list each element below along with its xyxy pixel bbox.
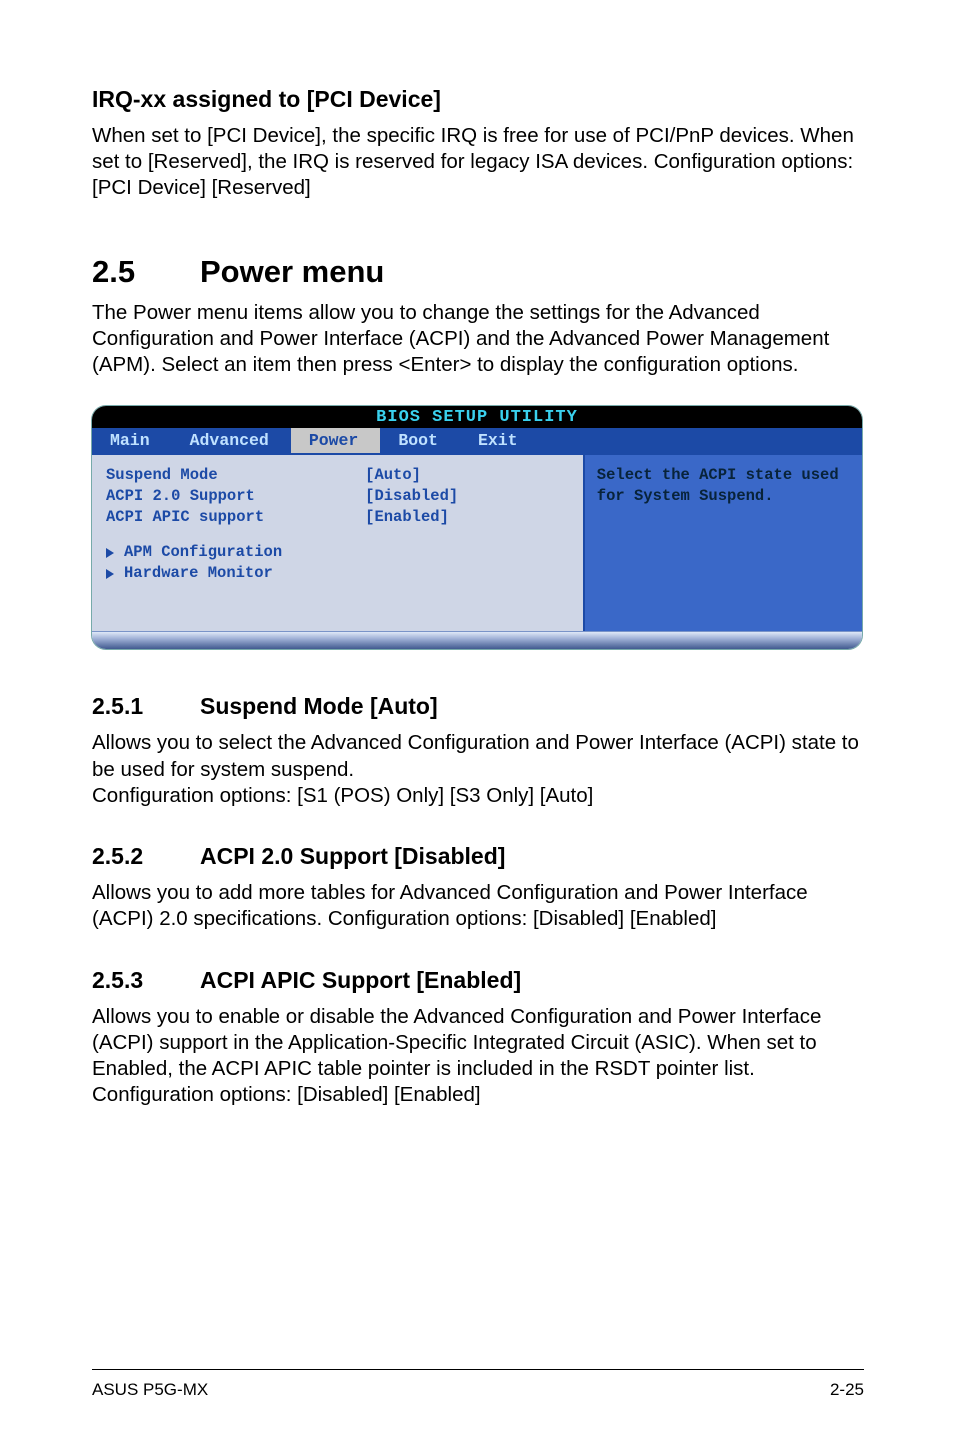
- irq-heading: IRQ-xx assigned to [PCI Device]: [92, 86, 864, 113]
- section-title: ACPI APIC Support [Enabled]: [200, 967, 521, 993]
- bios-body: Suspend Mode [Auto] ACPI 2.0 Support [Di…: [92, 453, 862, 631]
- bios-label: ACPI 2.0 Support: [106, 486, 365, 507]
- bios-row-acpi20: ACPI 2.0 Support [Disabled]: [106, 486, 569, 507]
- bios-tab-bar: Main Advanced Power Boot Exit: [92, 428, 862, 453]
- section-title: ACPI 2.0 Support [Disabled]: [200, 843, 505, 869]
- bios-label: ACPI APIC support: [106, 507, 365, 528]
- irq-body: When set to [PCI Device], the specific I…: [92, 123, 864, 202]
- page-footer: ASUS P5G-MX 2-25: [92, 1369, 864, 1400]
- bios-submenu-hwmonitor: Hardware Monitor: [106, 563, 569, 584]
- section-number: 2.5.1: [92, 693, 200, 720]
- bios-tab-power: Power: [291, 428, 381, 453]
- bios-value: [Enabled]: [365, 507, 449, 528]
- bios-tab-main: Main: [92, 428, 172, 453]
- bios-submenu-label: Hardware Monitor: [124, 563, 273, 584]
- section-number: 2.5.3: [92, 967, 200, 994]
- bios-bottom-gradient: [92, 631, 862, 649]
- bios-value: [Auto]: [365, 465, 421, 486]
- chapter-heading: 2.5Power menu: [92, 254, 864, 290]
- section-title: Suspend Mode [Auto]: [200, 693, 438, 719]
- footer-left: ASUS P5G-MX: [92, 1380, 208, 1400]
- section-253-body: Allows you to enable or disable the Adva…: [92, 1004, 864, 1109]
- bios-help-pane: Select the ACPI state used for System Su…: [585, 455, 862, 631]
- bios-settings-pane: Suspend Mode [Auto] ACPI 2.0 Support [Di…: [92, 455, 585, 631]
- chapter-intro: The Power menu items allow you to change…: [92, 300, 864, 379]
- page: IRQ-xx assigned to [PCI Device] When set…: [0, 0, 954, 1440]
- bios-submenu-label: APM Configuration: [124, 542, 282, 563]
- bios-tab-exit: Exit: [460, 428, 540, 453]
- bios-tab-advanced: Advanced: [172, 428, 291, 453]
- bios-row-apic: ACPI APIC support [Enabled]: [106, 507, 569, 528]
- triangle-icon: [106, 569, 114, 579]
- bios-label: Suspend Mode: [106, 465, 365, 486]
- bios-submenu-apm: APM Configuration: [106, 542, 569, 563]
- section-253-heading: 2.5.3ACPI APIC Support [Enabled]: [92, 967, 864, 994]
- footer-right: 2-25: [830, 1380, 864, 1400]
- section-251-body: Allows you to select the Advanced Config…: [92, 730, 864, 809]
- section-251-heading: 2.5.1Suspend Mode [Auto]: [92, 693, 864, 720]
- chapter-number: 2.5: [92, 254, 200, 290]
- bios-title: BIOS SETUP UTILITY: [92, 406, 862, 428]
- triangle-icon: [106, 548, 114, 558]
- bios-tab-boot: Boot: [380, 428, 460, 453]
- section-252-heading: 2.5.2ACPI 2.0 Support [Disabled]: [92, 843, 864, 870]
- bios-row-suspend: Suspend Mode [Auto]: [106, 465, 569, 486]
- bios-panel: BIOS SETUP UTILITY Main Advanced Power B…: [92, 406, 862, 649]
- bios-help-text: Select the ACPI state used for System Su…: [597, 465, 850, 505]
- bios-value: [Disabled]: [365, 486, 458, 507]
- bios-screenshot: BIOS SETUP UTILITY Main Advanced Power B…: [92, 406, 864, 649]
- section-252-body: Allows you to add more tables for Advanc…: [92, 880, 864, 932]
- section-number: 2.5.2: [92, 843, 200, 870]
- chapter-title: Power menu: [200, 254, 384, 289]
